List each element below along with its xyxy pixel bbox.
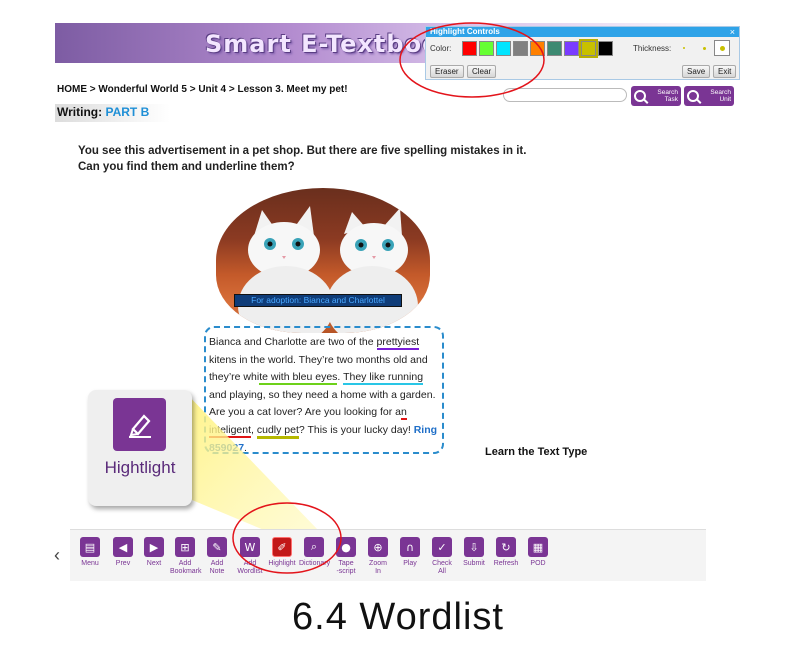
clear-button[interactable]: Clear	[467, 65, 497, 78]
save-button[interactable]: Save	[682, 65, 711, 78]
breadcrumb-lesson[interactable]: Lesson 3. Meet my pet!	[238, 84, 348, 95]
color-swatches	[462, 39, 613, 58]
search-task-button[interactable]: Search Task	[631, 86, 681, 106]
toolbar-button-refresh[interactable]: ↻ Refresh	[491, 537, 521, 568]
color-swatch[interactable]	[579, 39, 598, 58]
thickness-small[interactable]	[676, 40, 692, 56]
task-instructions: You see this advertisement in a pet shop…	[78, 145, 527, 173]
close-icon[interactable]: ×	[730, 27, 735, 37]
toolbar-label: Check All	[432, 560, 452, 575]
toolbar-label: Play	[403, 560, 417, 567]
toolbar-button-add-bookmark[interactable]: ⊞ Add Bookmark	[170, 537, 202, 576]
cats-illustration	[238, 206, 418, 333]
highlight-tooltip-label: Hightlight	[104, 458, 176, 477]
toolbar-button-pod[interactable]: ▦ POD	[523, 537, 553, 568]
thickness-label: Thickness:	[633, 44, 672, 53]
toolbar-label: Add Bookmark	[170, 560, 202, 575]
highlighter-icon: ✐	[272, 537, 292, 557]
print-icon: ▦	[528, 537, 548, 557]
color-swatch[interactable]	[496, 41, 511, 56]
section-part: PART B	[105, 105, 150, 119]
refresh-icon: ↻	[496, 537, 516, 557]
toolbar-label: Dictionary	[299, 560, 331, 567]
eraser-button[interactable]: Eraser	[430, 65, 464, 78]
cats-photo	[216, 188, 430, 333]
breadcrumb-unit[interactable]: Unit 4	[198, 84, 226, 95]
color-swatch[interactable]	[479, 41, 494, 56]
toolbar-button-next[interactable]: ▶ Next	[139, 537, 169, 568]
headphones-icon: ∩	[400, 537, 420, 557]
toolbar-button-check-all[interactable]: ✓ Check All	[427, 537, 457, 576]
toolbar-label: Refresh	[493, 560, 519, 567]
speech-bubble-icon: ●	[336, 537, 356, 557]
color-swatch[interactable]	[462, 41, 477, 56]
toolbar-button-menu[interactable]: ▤ Menu	[75, 537, 105, 568]
search-input[interactable]	[503, 88, 627, 102]
download-icon: ⇩	[464, 537, 484, 557]
toolbar-button-zoom-in[interactable]: ⊕ Zoom In	[363, 537, 393, 576]
highlight-controls-title: Highlight Controls	[426, 27, 739, 37]
toolbar-button-prev[interactable]: ◀ Prev	[108, 537, 138, 568]
toolbar-button-dictionary[interactable]: ⌕ Dictionary	[299, 537, 331, 568]
breadcrumb: HOME > Wonderful World 5 > Unit 4 > Less…	[57, 84, 348, 95]
zoom-in-icon: ⊕	[368, 537, 388, 557]
toolbar-label: POD	[530, 560, 546, 567]
search-unit-button[interactable]: Search Unit	[684, 86, 734, 106]
toolbar-label: Next	[146, 560, 162, 567]
highlighter-icon[interactable]	[113, 398, 166, 451]
toolbar-button-add-wordlist[interactable]: W Add Wordlist	[235, 537, 265, 576]
exit-button[interactable]: Exit	[713, 65, 737, 78]
toolbar-label: Prev	[115, 560, 131, 567]
toolbar-label: Tape -script	[336, 560, 356, 575]
underline-cyan: They like running	[343, 371, 424, 386]
color-swatch[interactable]	[547, 41, 562, 56]
chevron-left-icon[interactable]: ‹	[54, 545, 60, 566]
learn-text-type-link[interactable]: Learn the Text Type	[485, 446, 587, 458]
arrow-right-icon: ▶	[144, 537, 164, 557]
thickness-large[interactable]	[714, 40, 730, 56]
breadcrumb-home[interactable]: HOME	[57, 84, 87, 95]
thickness-medium[interactable]	[696, 40, 712, 56]
underline-purple: prettyiest	[376, 336, 420, 350]
app-logo: Smart E-Textbook	[205, 30, 457, 58]
bookmark-icon: ⊞	[175, 537, 195, 557]
color-swatch[interactable]	[598, 41, 613, 56]
toolbar-label: Highlight	[268, 560, 296, 567]
check-icon: ✓	[432, 537, 452, 557]
note-icon: ✎	[207, 537, 227, 557]
section-title: Writing: PART B	[57, 105, 150, 119]
toolbar-button-highlight[interactable]: ✐ Highlight	[267, 537, 297, 568]
toolbar-button-submit[interactable]: ⇩ Submit	[459, 537, 489, 568]
arrow-left-icon: ◀	[113, 537, 133, 557]
color-swatch[interactable]	[564, 41, 579, 56]
picture-caption: For adoption: Bianca and Charlottel	[234, 294, 402, 307]
toolbar-button-add-note[interactable]: ✎ Add Note	[202, 537, 232, 576]
toolbar-label: Submit	[463, 560, 485, 567]
slide-caption: 6.4 Wordlist	[292, 596, 504, 638]
breadcrumb-book[interactable]: Wonderful World 5	[98, 84, 187, 95]
search-icon	[634, 90, 646, 102]
dictionary-icon: ⌕	[304, 537, 324, 557]
highlight-controls-panel: Highlight Controls × Color: Thickness: E…	[425, 26, 740, 80]
search-icon	[687, 90, 699, 102]
color-swatch[interactable]	[513, 41, 528, 56]
menu-icon: ▤	[80, 537, 100, 557]
wordlist-icon: W	[240, 537, 260, 557]
color-label: Color:	[430, 44, 452, 53]
color-swatch[interactable]	[530, 41, 545, 56]
toolbar-label: Menu	[81, 560, 99, 567]
toolbar-label: Zoom In	[369, 560, 387, 575]
toolbar-button-play[interactable]: ∩ Play	[395, 537, 425, 568]
toolbar-button-tape-script[interactable]: ● Tape -script	[331, 537, 361, 576]
underline-green: te with bleu eyes	[259, 371, 338, 386]
toolbar-label: Add Note	[209, 560, 225, 575]
toolbar-label: Add Wordlist	[237, 560, 263, 575]
